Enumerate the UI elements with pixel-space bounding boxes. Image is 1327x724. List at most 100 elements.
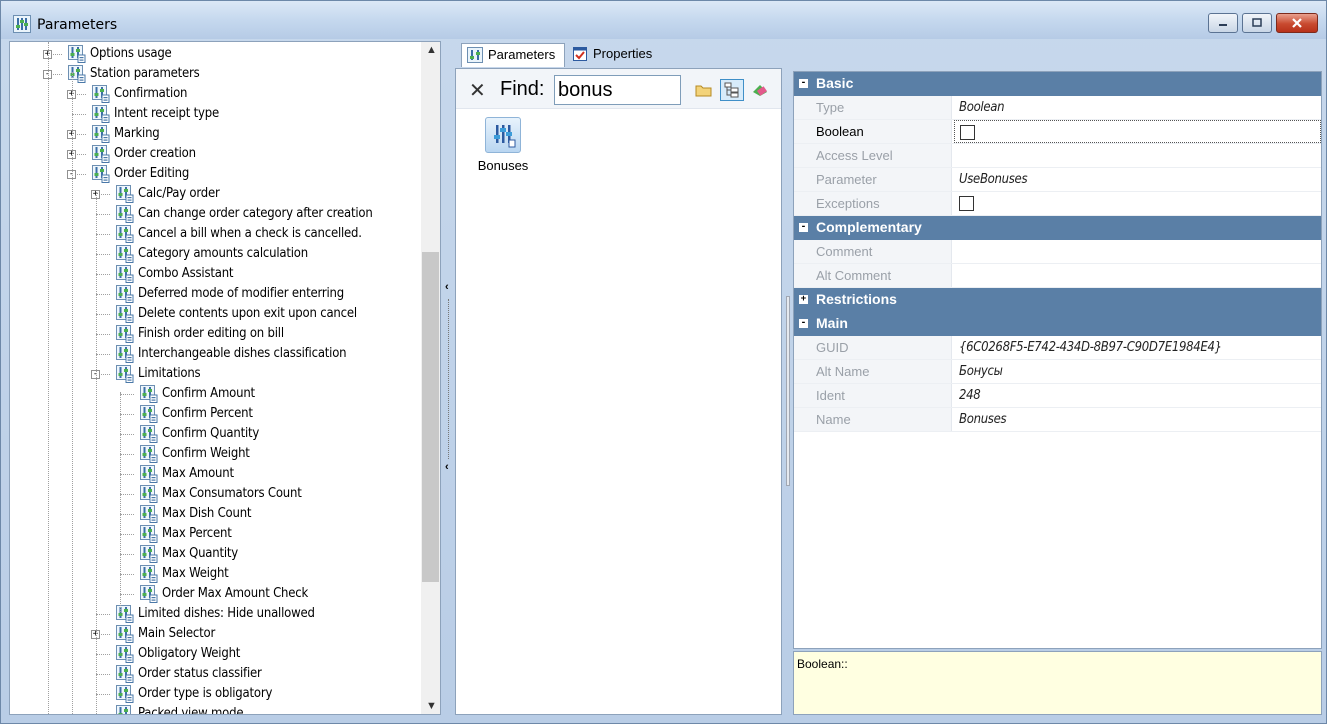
properties-icon: [572, 46, 588, 69]
property-row[interactable]: Ident 248: [794, 384, 1321, 408]
property-row[interactable]: Access Level: [794, 144, 1321, 168]
property-name: GUID: [794, 336, 952, 359]
tree-connector: [120, 474, 134, 475]
parameter-node-icon: [90, 165, 110, 190]
tree-guide-line: [96, 192, 97, 714]
results-pane: ✕ Find: Bonuses: [455, 68, 782, 715]
maximize-icon: [1252, 18, 1262, 27]
property-row[interactable]: Alt Name Бонусы: [794, 360, 1321, 384]
splitter-grip: [448, 299, 449, 459]
category-complementary[interactable]: - Complementary: [794, 216, 1321, 240]
tree-connector: [120, 454, 134, 455]
find-toolbar: ✕ Find:: [456, 69, 781, 109]
property-value[interactable]: [954, 144, 1321, 167]
tree-item-label: Max Consumators Count: [162, 486, 302, 501]
tree-connector: [120, 534, 134, 535]
tab-parameters[interactable]: Parameters: [461, 43, 565, 67]
property-row[interactable]: Type Boolean: [794, 96, 1321, 120]
tab-strip: Parameters Properties: [457, 41, 1322, 67]
splitter-grip[interactable]: [786, 296, 790, 486]
property-value[interactable]: Бонусы: [954, 360, 1321, 383]
property-row[interactable]: Alt Comment: [794, 264, 1321, 288]
collapse-icon[interactable]: -: [799, 223, 808, 232]
tree-guide-line: [72, 72, 73, 714]
parameters-app-icon: [13, 15, 31, 36]
property-row[interactable]: GUID {6C0268F5-E742-434D-8B97-C90D7E1984E…: [794, 336, 1321, 360]
property-value[interactable]: {6C0268F5-E742-434D-8B97-C90D7E1984E4}: [954, 336, 1321, 359]
title-bar[interactable]: Parameters: [1, 1, 1326, 39]
minimize-icon: [1219, 24, 1227, 26]
property-name: Alt Name: [794, 360, 952, 383]
property-value-text: {6C0268F5-E742-434D-8B97-C90D7E1984E4}: [959, 340, 1222, 355]
tree-item-label: Max Weight: [162, 566, 229, 581]
collapse-left-icon[interactable]: ‹: [445, 281, 449, 293]
property-row[interactable]: Exceptions: [794, 192, 1321, 216]
tree-view-icon: [724, 82, 739, 98]
palette-icon: [753, 85, 767, 96]
minimize-button[interactable]: [1208, 13, 1238, 33]
property-checkbox[interactable]: [960, 125, 975, 140]
tree-connector: [96, 234, 110, 235]
tree-connector: [120, 494, 134, 495]
scrollbar-thumb[interactable]: [422, 252, 439, 582]
collapse-left-icon[interactable]: ‹: [445, 461, 449, 473]
property-name: Comment: [794, 240, 952, 263]
property-row[interactable]: Comment: [794, 240, 1321, 264]
open-folder-button[interactable]: [692, 79, 716, 101]
property-name: Name: [794, 408, 952, 431]
property-value[interactable]: [954, 192, 1321, 215]
category-main[interactable]: - Main: [794, 312, 1321, 336]
main-window: Parameters Options usage + Station paramet…: [0, 0, 1327, 724]
property-row[interactable]: Boolean: [794, 120, 1321, 144]
tab-properties[interactable]: Properties: [567, 43, 677, 67]
tree-guide-line: [120, 392, 121, 612]
parameters-tree[interactable]: Options usage + Station parameters - Confirm…: [9, 41, 441, 715]
tree-item-label: Limitations: [138, 366, 201, 381]
tree-item-label: Intent receipt type: [114, 106, 219, 121]
collapse-icon[interactable]: -: [799, 79, 808, 88]
tree-scrollbar[interactable]: ▲ ▼: [421, 42, 440, 714]
tree-item-label: Delete contents upon exit upon cancel: [138, 306, 357, 321]
right-splitter[interactable]: [784, 68, 792, 715]
property-name: Alt Comment: [794, 264, 952, 287]
close-button[interactable]: [1276, 13, 1318, 33]
tree-view-toggle[interactable]: [720, 79, 744, 101]
property-value[interactable]: UseBonuses: [954, 168, 1321, 191]
tree-guide-line: [48, 42, 49, 714]
scroll-down-icon[interactable]: ▼: [426, 700, 437, 712]
collapse-icon[interactable]: -: [799, 319, 808, 328]
tree-item-label: Max Dish Count: [162, 506, 252, 521]
property-value[interactable]: [954, 240, 1321, 263]
left-splitter[interactable]: ‹ ‹: [443, 41, 455, 715]
result-item-bonuses[interactable]: Bonuses: [474, 117, 532, 173]
property-value[interactable]: [954, 120, 1321, 143]
category-basic[interactable]: - Basic: [794, 72, 1321, 96]
property-value[interactable]: Bonuses: [954, 408, 1321, 431]
tree-item-label: Order Editing: [114, 166, 190, 181]
tree-connector: [120, 554, 134, 555]
property-value[interactable]: Boolean: [954, 96, 1321, 119]
find-label: Find:: [500, 78, 545, 100]
colors-button[interactable]: [748, 79, 772, 101]
category-restrictions[interactable]: + Restrictions: [794, 288, 1321, 312]
property-value[interactable]: [954, 264, 1321, 287]
property-row[interactable]: Name Bonuses: [794, 408, 1321, 432]
tree-connector: [120, 574, 134, 575]
maximize-button[interactable]: [1242, 13, 1272, 33]
clear-search-icon[interactable]: ✕: [469, 78, 486, 103]
tree-connector: [120, 434, 134, 435]
property-row[interactable]: Parameter UseBonuses: [794, 168, 1321, 192]
scroll-up-icon[interactable]: ▲: [426, 44, 437, 56]
tree-connector: [96, 654, 110, 655]
property-checkbox[interactable]: [959, 196, 974, 211]
tree-connector: [96, 694, 110, 695]
property-name: Exceptions: [794, 192, 952, 215]
category-label: Main: [816, 315, 848, 331]
property-grid[interactable]: - Basic Type Boolean Boolean Access Level Para…: [793, 71, 1322, 649]
parameter-node-icon: [66, 65, 86, 90]
find-input[interactable]: [554, 75, 681, 105]
property-value[interactable]: 248: [954, 384, 1321, 407]
tree-connector: [120, 414, 134, 415]
tree-item-label: Order Max Amount Check: [162, 586, 309, 601]
expand-icon[interactable]: +: [799, 295, 808, 304]
